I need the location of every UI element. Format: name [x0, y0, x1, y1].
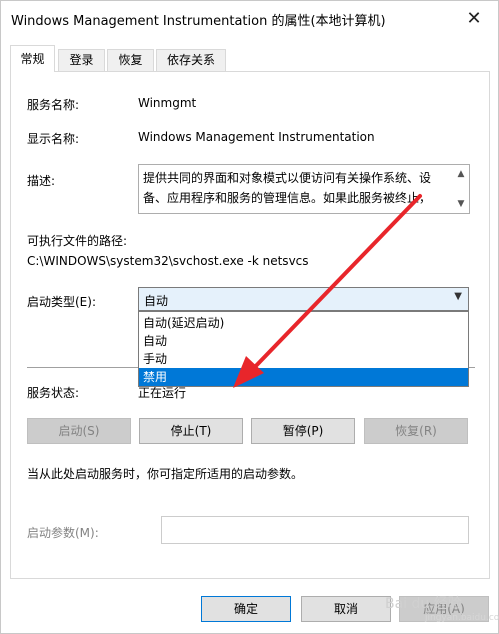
startup-type-label: 启动类型(E):: [27, 295, 96, 309]
properties-window: Windows Management Instrumentation 的属性(本…: [0, 0, 499, 634]
status-label: 服务状态:: [27, 386, 80, 400]
startup-option[interactable]: 自动: [139, 332, 468, 350]
watermark-url: jingyan.baidu.com: [425, 613, 499, 623]
description-box[interactable]: 提供共同的界面和对象模式以便访问有关操作系统、设备、应用程序和服务的管理信息。如…: [138, 164, 470, 214]
scroll-down-icon[interactable]: ▼: [455, 198, 467, 210]
startup-option[interactable]: 手动: [139, 350, 468, 368]
startup-type-select[interactable]: 自动 ▼: [138, 287, 469, 311]
resume-button[interactable]: 恢复(R): [364, 418, 468, 444]
watermark-brand: Bai du 经验: [385, 596, 462, 612]
general-panel: 服务名称: Winmgmt 显示名称: Windows Management I…: [10, 71, 490, 579]
description-text: 提供共同的界面和对象模式以便访问有关操作系统、设备、应用程序和服务的管理信息。如…: [143, 171, 432, 205]
description-scrollbar[interactable]: ▲ ▼: [453, 165, 469, 213]
display-name-label: 显示名称:: [27, 132, 80, 146]
startup-option-selected[interactable]: 禁用: [139, 368, 468, 386]
params-input[interactable]: [161, 516, 469, 544]
window-title: Windows Management Instrumentation 的属性(本…: [11, 14, 386, 29]
tab-logon[interactable]: 登录: [58, 49, 105, 71]
ok-button[interactable]: 确定: [201, 596, 291, 622]
startup-type-value: 自动: [144, 294, 169, 308]
chevron-down-icon: ▼: [454, 291, 462, 302]
service-name-value: Winmgmt: [138, 96, 197, 110]
startup-type-dropdown: 自动(延迟启动) 自动 手动 禁用: [138, 311, 469, 387]
display-name-value: Windows Management Instrumentation: [138, 130, 375, 144]
startup-option[interactable]: 自动(延迟启动): [139, 314, 468, 332]
path-value: C:\WINDOWS\system32\svchost.exe -k netsv…: [27, 254, 309, 268]
start-button[interactable]: 启动(S): [27, 418, 131, 444]
cancel-button[interactable]: 取消: [301, 596, 391, 622]
service-name-label: 服务名称:: [27, 98, 80, 112]
params-label: 启动参数(M):: [27, 526, 99, 540]
hint-text: 当从此处启动服务时，你可指定所适用的启动参数。: [27, 467, 304, 481]
close-icon[interactable]: ✕: [456, 5, 492, 33]
path-label: 可执行文件的路径:: [27, 234, 128, 248]
stop-button[interactable]: 停止(T): [139, 418, 243, 444]
description-label: 描述:: [27, 174, 56, 188]
tab-recovery[interactable]: 恢复: [107, 49, 154, 71]
title-bar: Windows Management Instrumentation 的属性(本…: [1, 1, 498, 37]
tab-dependencies[interactable]: 依存关系: [156, 49, 226, 71]
pause-button[interactable]: 暂停(P): [251, 418, 355, 444]
tab-general[interactable]: 常规: [10, 45, 55, 72]
scroll-up-icon[interactable]: ▲: [455, 168, 467, 180]
